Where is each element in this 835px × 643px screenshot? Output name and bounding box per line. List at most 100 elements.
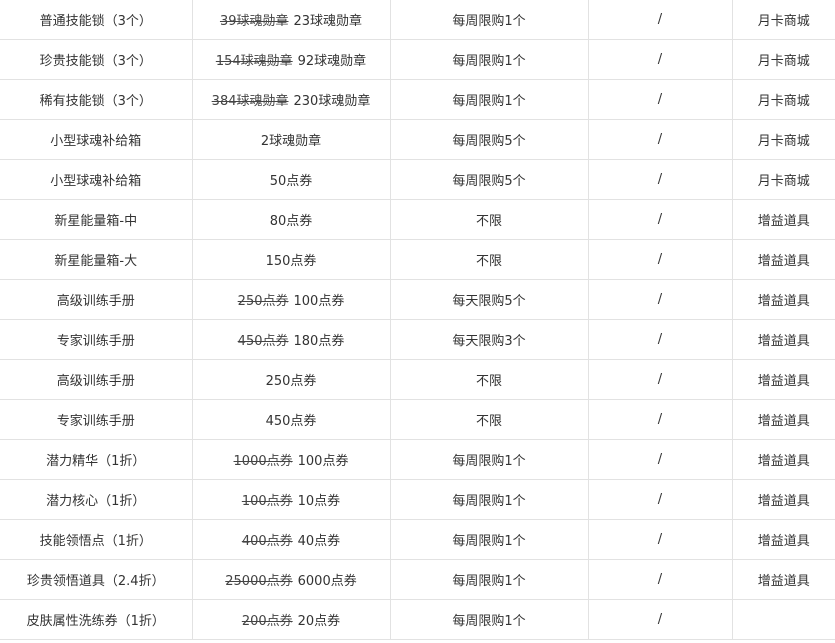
table-row: 专家训练手册 450点券 不限 / 增益道具 [0, 399, 835, 440]
table-row: 稀有技能锁（3个） 384球魂勋章 230球魂勋章 每周限购1个 / 月卡商城 [0, 79, 835, 120]
item-name-cell: 专家训练手册 [0, 399, 193, 440]
item-name-cell: 高级训练手册 [0, 279, 193, 320]
discount-price: 40点券 [297, 534, 341, 549]
original-price: 200点券 [241, 614, 293, 629]
purchase-limit-cell: 每天限购5个 [389, 279, 589, 320]
source-cell: 增益道具 [731, 199, 835, 240]
table-row: 珍贵技能锁（3个） 154球魂勋章 92球魂勋章 每周限购1个 / 月卡商城 [0, 39, 835, 80]
source-cell: 增益道具 [731, 399, 835, 440]
source-cell: 增益道具 [731, 319, 835, 360]
discount-price: 100点券 [293, 294, 345, 309]
item-price-cell: 250点券 100点券 [191, 279, 391, 320]
original-price: 39球魂勋章 [219, 14, 289, 29]
item-name-cell: 潜力精华（1折） [0, 439, 193, 480]
table-body: 普通技能锁（3个） 39球魂勋章 23球魂勋章 每周限购1个 / 月卡商城 珍贵技能锁（3个… [0, 0, 835, 640]
source-cell: 增益道具 [731, 519, 835, 560]
discount-price: 50点券 [269, 174, 313, 189]
discount-price: 150点券 [265, 254, 317, 269]
item-price-cell: 400点券 40点券 [191, 519, 391, 560]
item-price-cell: 154球魂勋章 92球魂勋章 [191, 39, 391, 80]
extra-cell: / [587, 279, 733, 320]
discount-price: 100点券 [297, 454, 349, 469]
item-name-cell: 普通技能锁（3个） [0, 0, 193, 40]
table-row: 普通技能锁（3个） 39球魂勋章 23球魂勋章 每周限购1个 / 月卡商城 [0, 0, 835, 40]
discount-price: 180点券 [293, 334, 345, 349]
table-row: 潜力精华（1折） 1000点券 100点券 每周限购1个 / 增益道具 [0, 439, 835, 480]
source-cell: 增益道具 [731, 559, 835, 600]
item-name-cell: 皮肤属性洗练券（1折） [0, 599, 193, 640]
purchase-limit-cell: 每天限购3个 [389, 319, 589, 360]
item-price-cell: 1000点券 100点券 [191, 439, 391, 480]
discount-price: 230球魂勋章 [293, 94, 371, 109]
source-cell: 增益道具 [731, 439, 835, 480]
item-name-cell: 珍贵领悟道具（2.4折） [0, 559, 193, 600]
extra-cell: / [587, 199, 733, 240]
extra-cell: / [587, 0, 733, 40]
discount-price: 23球魂勋章 [293, 14, 363, 29]
table-row: 高级训练手册 250点券 不限 / 增益道具 [0, 359, 835, 400]
purchase-limit-cell: 每周限购1个 [389, 0, 589, 40]
extra-cell: / [587, 519, 733, 560]
table-row: 新星能量箱-中 80点券 不限 / 增益道具 [0, 199, 835, 240]
original-price: 25000点券 [225, 574, 293, 589]
item-price-cell: 250点券 [191, 359, 391, 400]
source-cell: 月卡商城 [731, 79, 835, 120]
extra-cell: / [587, 359, 733, 400]
extra-cell: / [587, 599, 733, 640]
source-cell: 月卡商城 [731, 0, 835, 40]
extra-cell: / [587, 79, 733, 120]
extra-cell: / [587, 559, 733, 600]
discount-price: 2球魂勋章 [260, 134, 322, 149]
item-price-cell: 384球魂勋章 230球魂勋章 [191, 79, 391, 120]
item-name-cell: 小型球魂补给箱 [0, 159, 193, 200]
table-row: 小型球魂补给箱 2球魂勋章 每周限购5个 / 月卡商城 [0, 119, 835, 160]
table-row: 新星能量箱-大 150点券 不限 / 增益道具 [0, 239, 835, 280]
item-price-cell: 100点券 10点券 [191, 479, 391, 520]
item-name-cell: 潜力核心（1折） [0, 479, 193, 520]
discount-price: 6000点券 [297, 574, 357, 589]
extra-cell: / [587, 39, 733, 80]
extra-cell: / [587, 439, 733, 480]
item-name-cell: 小型球魂补给箱 [0, 119, 193, 160]
purchase-limit-cell: 不限 [389, 239, 589, 280]
purchase-limit-cell: 每周限购5个 [389, 119, 589, 160]
source-cell: 月卡商城 [731, 39, 835, 80]
purchase-limit-cell: 不限 [389, 399, 589, 440]
original-price: 384球魂勋章 [211, 94, 289, 109]
item-price-cell: 39球魂勋章 23球魂勋章 [191, 0, 391, 40]
original-price: 100点券 [241, 494, 293, 509]
purchase-limit-cell: 每周限购1个 [389, 439, 589, 480]
source-cell: 增益道具 [731, 479, 835, 520]
original-price: 400点券 [241, 534, 293, 549]
discount-price: 250点券 [265, 374, 317, 389]
source-cell: 增益道具 [731, 279, 835, 320]
source-cell: 月卡商城 [731, 119, 835, 160]
purchase-limit-cell: 不限 [389, 199, 589, 240]
purchase-limit-cell: 每周限购1个 [389, 559, 589, 600]
discount-price: 80点券 [269, 214, 313, 229]
item-price-cell: 25000点券 6000点券 [191, 559, 391, 600]
item-price-cell: 200点券 20点券 [191, 599, 391, 640]
item-name-cell: 专家训练手册 [0, 319, 193, 360]
purchase-limit-cell: 每周限购1个 [389, 519, 589, 560]
original-price: 1000点券 [233, 454, 293, 469]
source-cell: 增益道具 [731, 359, 835, 400]
item-name-cell: 新星能量箱-中 [0, 199, 193, 240]
item-price-cell: 450点券 [191, 399, 391, 440]
discount-price: 10点券 [297, 494, 341, 509]
extra-cell: / [587, 119, 733, 160]
item-name-cell: 技能领悟点（1折） [0, 519, 193, 560]
source-cell [731, 599, 835, 640]
extra-cell: / [587, 239, 733, 280]
source-cell: 月卡商城 [731, 159, 835, 200]
purchase-limit-cell: 每周限购1个 [389, 39, 589, 80]
discount-price: 92球魂勋章 [297, 54, 367, 69]
item-name-cell: 珍贵技能锁（3个） [0, 39, 193, 80]
purchase-limit-cell: 不限 [389, 359, 589, 400]
original-price: 154球魂勋章 [215, 54, 293, 69]
purchase-limit-cell: 每周限购1个 [389, 599, 589, 640]
source-cell: 增益道具 [731, 239, 835, 280]
item-price-cell: 2球魂勋章 [191, 119, 391, 160]
extra-cell: / [587, 159, 733, 200]
item-price-cell: 450点券 180点券 [191, 319, 391, 360]
